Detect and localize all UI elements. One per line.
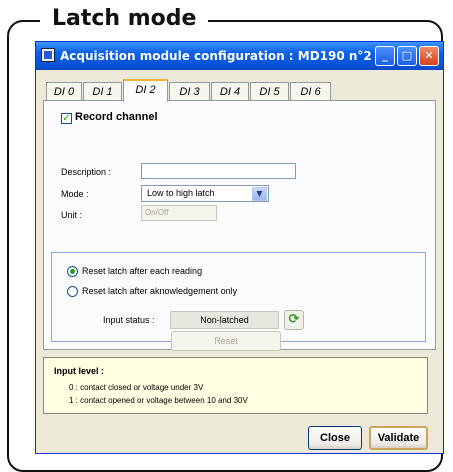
tab-di-0[interactable]: DI 0 xyxy=(46,82,82,101)
title-bar[interactable]: Acquisition module configuration : MD190… xyxy=(36,42,443,70)
chevron-down-icon[interactable]: ▼ xyxy=(252,187,267,201)
description-field[interactable] xyxy=(141,163,296,179)
reset-button: Reset xyxy=(171,331,281,351)
input-level-info: Input level : 0 : contact closed or volt… xyxy=(43,357,428,414)
unit-label: Unit : xyxy=(61,210,83,220)
input-status-value: Non-latched xyxy=(170,311,279,329)
minimize-button[interactable]: _ xyxy=(375,46,395,66)
close-button[interactable]: Close xyxy=(308,426,362,450)
reset-acknowledgement-label[interactable]: Reset latch after aknowledgement only xyxy=(82,286,237,296)
reset-acknowledgement-radio[interactable] xyxy=(67,286,78,297)
mode-select[interactable]: Low to high latch ▼ xyxy=(141,185,269,202)
input-level-title: Input level : xyxy=(54,366,105,376)
latch-reset-group: Reset latch after each reading Reset lat… xyxy=(51,252,426,351)
tab-di-5[interactable]: DI 5 xyxy=(250,82,289,101)
close-window-button[interactable]: ✕ xyxy=(419,46,439,66)
input-status-label: Input status : xyxy=(103,315,155,325)
tab-di-1[interactable]: DI 1 xyxy=(83,82,122,101)
reset-each-reading-label[interactable]: Reset latch after each reading xyxy=(82,266,202,276)
record-channel-label: Record channel xyxy=(75,111,158,123)
reset-each-reading-radio[interactable] xyxy=(67,266,78,277)
tab-panel: ✓ Record channel Description : Mode : Lo… xyxy=(43,100,436,351)
tab-di-6[interactable]: DI 6 xyxy=(290,82,331,101)
window-title: Acquisition module configuration : MD190… xyxy=(60,49,372,63)
description-label: Description : xyxy=(61,167,112,177)
validate-button[interactable]: Validate xyxy=(369,426,428,450)
maximize-button[interactable]: □ xyxy=(397,46,417,66)
record-channel-checkbox[interactable]: ✓ xyxy=(61,113,72,124)
tab-di-2[interactable]: DI 2 xyxy=(123,79,168,102)
mode-value: Low to high latch xyxy=(147,188,215,198)
tab-di-3[interactable]: DI 3 xyxy=(169,82,210,101)
refresh-icon[interactable]: ⟳ xyxy=(284,310,304,330)
dialog-window: Acquisition module configuration : MD190… xyxy=(35,41,444,454)
mode-label: Mode : xyxy=(61,189,89,199)
tab-di-4[interactable]: DI 4 xyxy=(211,82,249,101)
frame-title: Latch mode xyxy=(40,3,209,35)
input-level-line-0: 0 : contact closed or voltage under 3V xyxy=(69,383,204,392)
unit-field: On/Off xyxy=(141,205,217,221)
app-icon xyxy=(41,48,55,62)
input-level-line-1: 1 : contact opened or voltage between 10… xyxy=(69,396,248,405)
